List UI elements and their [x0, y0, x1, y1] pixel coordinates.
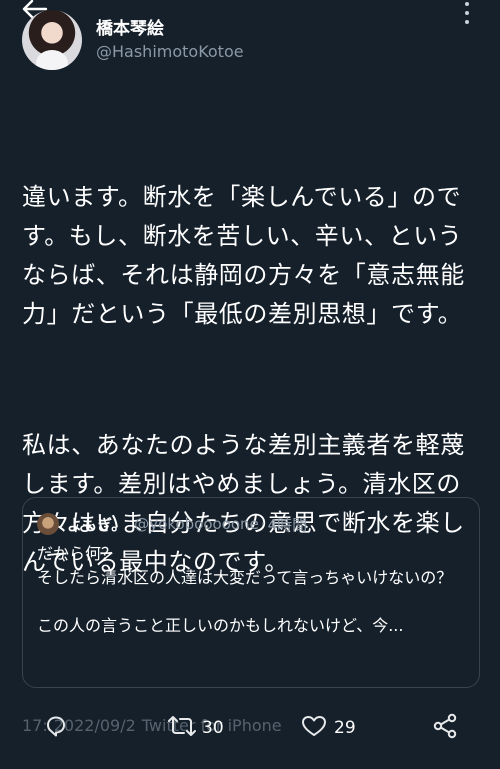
quoted-tweet-header: よもぎ。 @yokobooooone · 4時間: [37, 512, 465, 536]
tweet-actions-bar: 30 29: [0, 706, 500, 750]
retweet-icon: [168, 714, 196, 742]
retweet-count: 30: [202, 718, 224, 738]
author-display-name[interactable]: 橋本琴絵: [96, 18, 244, 40]
quoted-tweet[interactable]: よもぎ。 @yokobooooone · 4時間 だから何？ そしたら清水区の人…: [22, 497, 480, 688]
reply-icon: [44, 714, 68, 742]
quoted-author-handle: @yokobooooone: [134, 515, 259, 533]
like-button[interactable]: 29: [300, 714, 356, 742]
author-names: 橋本琴絵 @HashimotoKotoe: [96, 18, 244, 63]
quoted-timestamp: 4時間: [267, 515, 308, 534]
retweet-button[interactable]: 30: [168, 714, 224, 742]
tweet-paragraph-1: 違います。断水を「楽しんでいる」のです。もし、断水を苦しい、辛い、というならば、…: [22, 183, 465, 328]
author-handle[interactable]: @HashimotoKotoe: [96, 41, 244, 63]
share-icon: [432, 713, 458, 743]
like-count: 29: [334, 718, 356, 738]
quoted-author-avatar: [37, 513, 59, 535]
quoted-author-name: よもぎ。: [67, 515, 127, 534]
tweet-author-header: 橋本琴絵 @HashimotoKotoe: [22, 10, 244, 70]
heart-icon: [300, 714, 328, 742]
more-options-icon[interactable]: [462, 2, 472, 24]
quoted-tweet-text: だから何？ そしたら清水区の人達は大変だって言っちゃいけないの？ この人の言うこ…: [37, 544, 453, 635]
quoted-separator: ·: [260, 515, 266, 533]
reply-button[interactable]: [44, 714, 68, 742]
author-avatar[interactable]: [22, 10, 82, 70]
share-button[interactable]: [432, 713, 458, 743]
